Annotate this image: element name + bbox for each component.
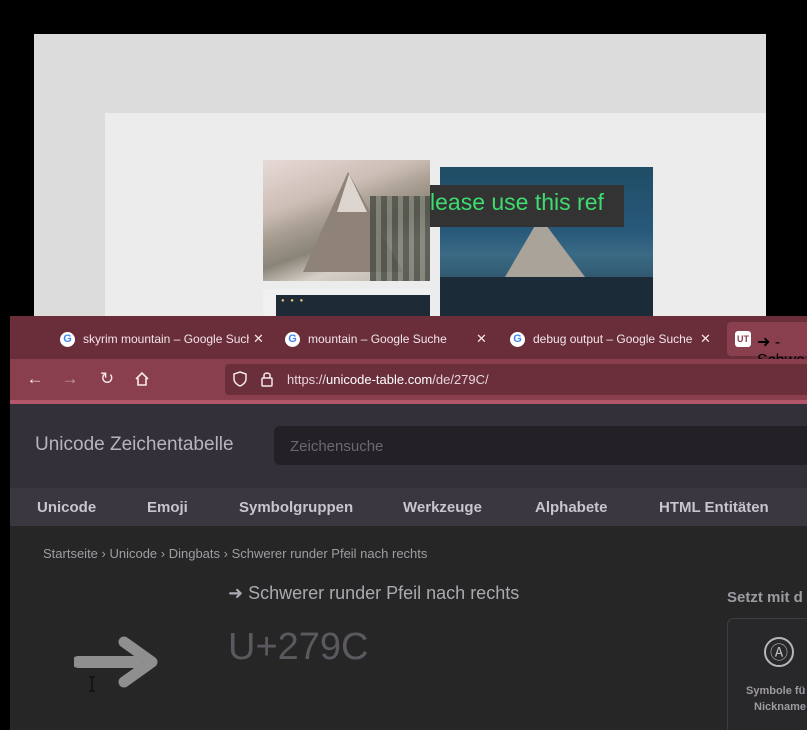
site-menu: Unicode Emoji Symbolgruppen Werkzeuge Al… <box>10 488 807 526</box>
google-icon: G <box>285 331 300 347</box>
text-cursor-icon <box>89 676 95 692</box>
site-title[interactable]: Unicode Zeichentabelle <box>35 434 234 456</box>
tab-bar: G skyrim mountain – Google Suche ✕ G mou… <box>10 316 807 369</box>
side-section-heading: Setzt mit d <box>727 589 803 606</box>
close-tab-icon[interactable]: ✕ <box>700 331 711 347</box>
codepoint-label: U+279C <box>228 626 369 668</box>
menu-item-werkzeuge[interactable]: Werkzeuge <box>403 499 482 516</box>
breadcrumb[interactable]: Startseite › Unicode › Dingbats › Schwer… <box>43 546 427 561</box>
close-tab-icon[interactable]: ✕ <box>253 331 264 347</box>
card-label: Nickname <box>754 701 806 713</box>
tab-label: skyrim mountain – Google Suche <box>83 332 249 346</box>
search-box[interactable] <box>274 426 807 467</box>
arrow-glyph-preview <box>74 636 158 688</box>
home-icon[interactable] <box>132 369 152 389</box>
menu-item-symbolgruppen[interactable]: Symbolgruppen <box>239 499 353 516</box>
url-text[interactable]: https://unicode-table.com/de/279C/ <box>287 372 489 387</box>
close-tab-icon[interactable]: ✕ <box>476 331 487 347</box>
main-content: Startseite › Unicode › Dingbats › Schwer… <box>10 526 807 730</box>
shield-icon[interactable] <box>233 371 247 387</box>
tab-label: mountain – Google Suche <box>308 332 447 346</box>
menu-item-emoji[interactable]: Emoji <box>147 499 188 516</box>
forward-arrow-icon[interactable]: → <box>60 369 80 389</box>
lock-icon[interactable] <box>261 371 273 387</box>
symbol-nickname-card[interactable]: Ⓐ Symbole fü Nickname <box>727 618 807 730</box>
tab-label: debug output – Google Suche <box>533 332 693 346</box>
menu-item-unicode[interactable]: Unicode <box>37 499 96 516</box>
tab-unicode-table-active[interactable]: UT ➜ - Schwe <box>727 322 807 369</box>
site-header: Unicode Zeichentabelle <box>10 404 807 488</box>
card-label: Symbole fü <box>746 685 806 697</box>
caption-text: lease use this ref <box>430 189 604 215</box>
search-input[interactable] <box>274 426 807 467</box>
circled-a-icon: Ⓐ <box>764 637 794 667</box>
mountain-image-thumbnail[interactable] <box>263 160 430 281</box>
google-icon: G <box>510 331 525 347</box>
tab-mountain[interactable]: G mountain – Google Suche ✕ <box>285 327 495 351</box>
back-arrow-icon[interactable]: ← <box>25 369 45 389</box>
google-icon: G <box>60 331 75 347</box>
background-page <box>105 113 766 343</box>
character-heading: ➜ Schwerer runder Pfeil nach rechts <box>228 583 520 603</box>
unicode-table-icon: UT <box>735 331 751 347</box>
browser-window: G skyrim mountain – Google Suche ✕ G mou… <box>10 316 807 730</box>
menu-item-alphabete[interactable]: Alphabete <box>535 499 608 516</box>
navigation-toolbar: ← → ↻ https://unicode-table.com/de/279C/ <box>10 359 807 400</box>
tab-debug-output[interactable]: G debug output – Google Suche ✕ <box>510 327 725 351</box>
menu-item-html-entitaeten[interactable]: HTML Entitäten <box>659 499 769 516</box>
address-bar[interactable]: https://unicode-table.com/de/279C/ <box>225 364 807 395</box>
reload-icon[interactable]: ↻ <box>97 369 117 389</box>
tab-skyrim-mountain[interactable]: G skyrim mountain – Google Suche ✕ <box>60 327 270 351</box>
